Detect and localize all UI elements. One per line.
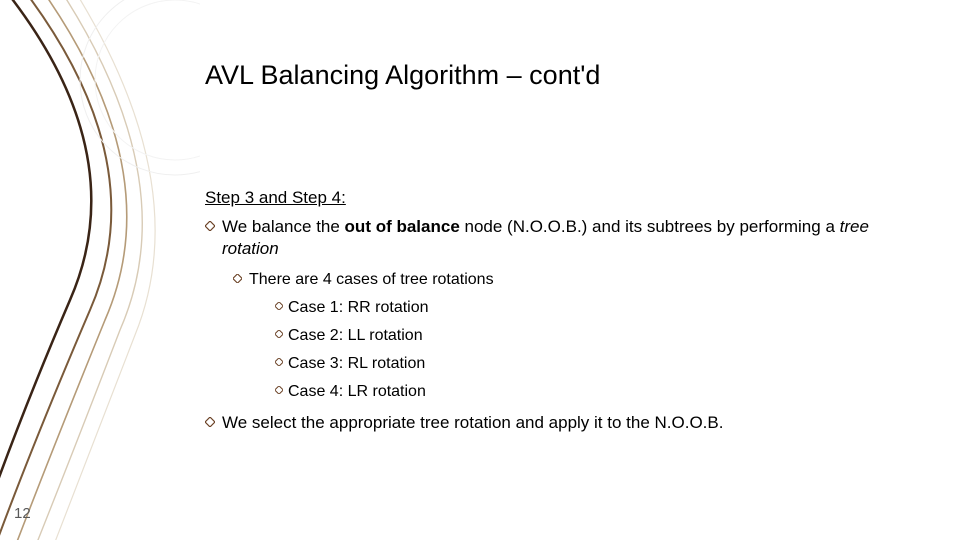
page-number: 12 — [14, 505, 31, 522]
bullet-balance-node: We balance the out of balance node (N.O.… — [205, 216, 905, 260]
diamond-icon — [275, 302, 283, 310]
bullet-four-cases: There are 4 cases of tree rotations — [233, 270, 905, 290]
bullet-case: Case 4: LR rotation — [275, 382, 905, 402]
slide-decoration — [0, 0, 200, 540]
step-heading: Step 3 and Step 4: — [205, 188, 905, 208]
slide-body: Step 3 and Step 4: We balance the out of… — [205, 188, 905, 439]
diamond-icon — [275, 358, 283, 366]
diamond-icon — [205, 221, 215, 231]
diamond-icon — [275, 386, 283, 394]
bullet-case: Case 3: RL rotation — [275, 354, 905, 374]
bullet-select-rotation: We select the appropriate tree rotation … — [205, 412, 905, 434]
diamond-icon — [275, 330, 283, 338]
slide-title: AVL Balancing Algorithm – cont'd — [205, 60, 600, 91]
diamond-icon — [205, 417, 215, 427]
diamond-icon — [233, 274, 242, 283]
bullet-case: Case 2: LL rotation — [275, 326, 905, 346]
bullet-case: Case 1: RR rotation — [275, 298, 905, 318]
